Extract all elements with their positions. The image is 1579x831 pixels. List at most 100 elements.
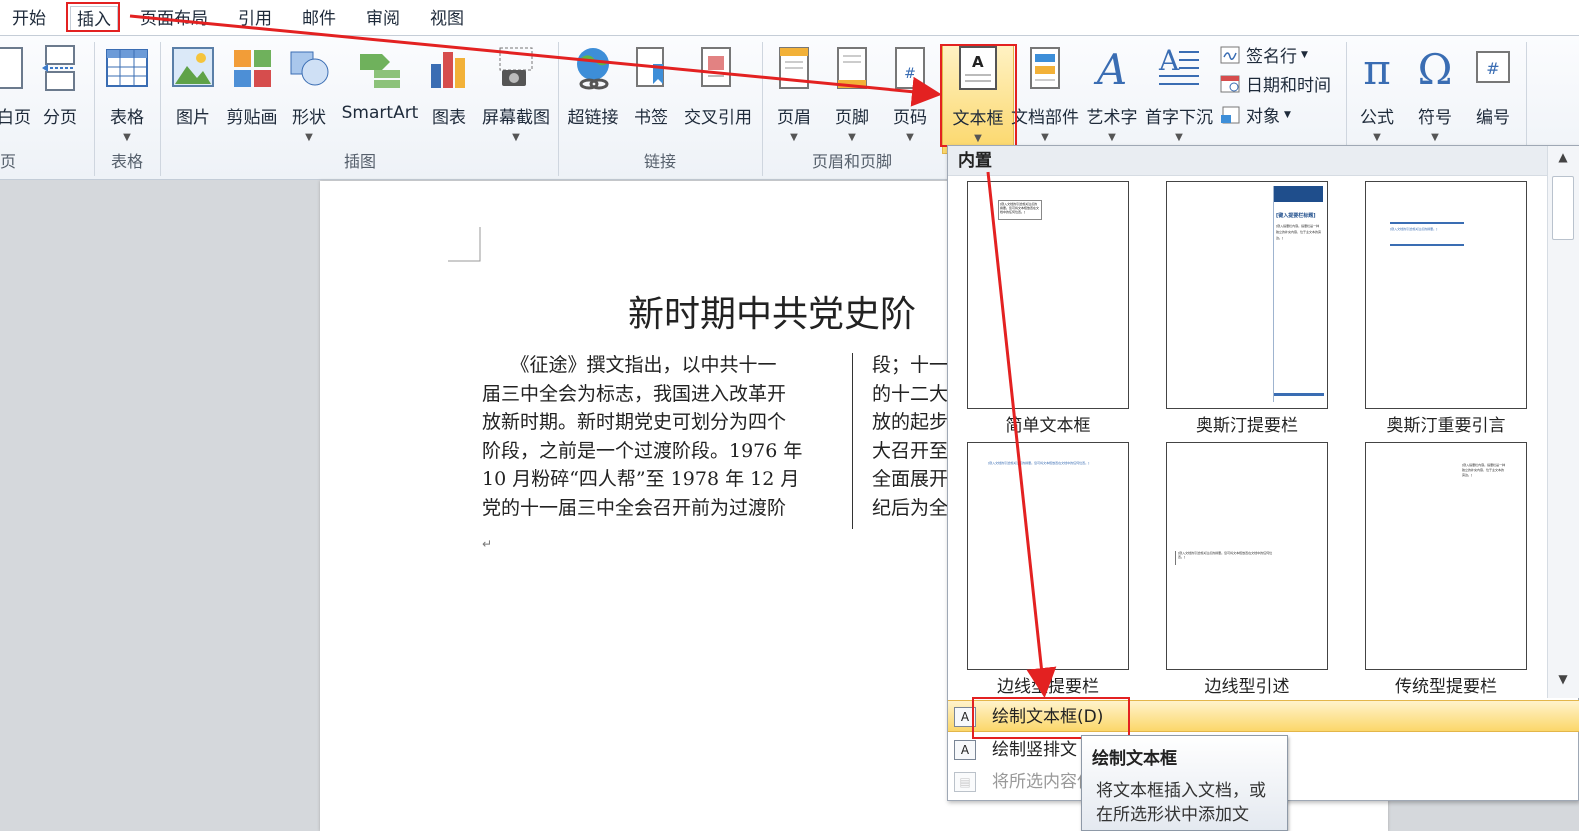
gallery-scrollbar[interactable]: ▲ ▼	[1547, 146, 1579, 698]
gallery-label-border-quote: 边线型引述	[1204, 677, 1290, 697]
margin-corner-mark	[448, 227, 481, 262]
annotation-box-textbox	[940, 44, 1017, 147]
group-label-header-footer: 页眉和页脚	[811, 152, 892, 171]
globe-link-icon	[577, 48, 609, 90]
tab-mailings[interactable]: 邮件	[302, 6, 336, 32]
header-button[interactable]: 页眉 ▼	[770, 44, 818, 143]
tab-page-layout[interactable]: 页面布局	[140, 6, 208, 32]
number-icon: #	[1476, 51, 1510, 83]
tab-references[interactable]: 引用	[238, 6, 272, 32]
group-label-pages: 页	[0, 152, 16, 171]
thumb-quote-box: [键入文档的引述或关注点的摘要。]	[1390, 222, 1464, 246]
tooltip-body-2: 在所选形状中添加文	[1096, 805, 1249, 825]
signature-line-button[interactable]: 签名行 ▼	[1220, 42, 1308, 67]
scroll-thumb[interactable]	[1552, 176, 1574, 240]
gallery-label-simple: 简单文本框	[1005, 416, 1091, 436]
table-icon	[106, 49, 148, 87]
wordart-button[interactable]: A 艺术字 ▼	[1084, 44, 1140, 143]
bookmark-icon	[636, 47, 664, 87]
footer-button[interactable]: 页脚 ▼	[828, 44, 876, 143]
document-title: 新时期中共党史阶	[628, 294, 917, 335]
tab-view[interactable]: 视图	[430, 6, 464, 32]
tab-home[interactable]: 开始	[12, 6, 46, 32]
chart-icon	[431, 52, 465, 88]
thumb-austin-title: [键入提要栏标题]	[1276, 213, 1316, 219]
calendar-icon	[1220, 75, 1240, 92]
scroll-down-icon[interactable]: ▼	[1552, 672, 1574, 694]
header-icon	[779, 47, 809, 89]
gallery-label-traditional-sidebar: 传统型提要栏	[1395, 677, 1497, 697]
clipart-icon	[234, 50, 271, 87]
smartart-icon	[360, 54, 400, 88]
gallery-item-traditional-sidebar[interactable]: [键入提要栏内容。提要栏是一种独立的补充内容，位于主文本的旁边。]	[1365, 442, 1527, 670]
shapes-icon	[290, 51, 329, 86]
annotation-box-insert-tab	[66, 2, 120, 32]
svg-text:A: A	[1158, 44, 1180, 77]
pi-icon: π	[1363, 45, 1391, 94]
screenshot-icon	[499, 47, 533, 86]
group-separator	[94, 42, 95, 176]
document-column-1: 《征途》撰文指出，以中共十一 届三中全会为标志，我国进入改革开 放新时期。新时期…	[482, 354, 803, 519]
thumb-austin-body: [键入提要栏内容。提要栏是一种独立的补充内容，位于主文本的旁边。]	[1276, 224, 1321, 240]
gallery-item-border-sidebar[interactable]: [键入文档的引述或关注点的摘要。您可将文本框放置在文档中的任何位置。]	[967, 442, 1129, 670]
table-button[interactable]: 表格 ▼	[100, 44, 154, 143]
document-column-2: 段；十一 的十二大 放的起步 大召开至 全面展开 纪后为全	[872, 354, 949, 519]
object-icon	[1221, 106, 1240, 123]
hyperlink-button[interactable]: 超链接	[564, 44, 622, 128]
footer-icon	[837, 47, 867, 89]
svg-text:π: π	[1363, 45, 1391, 92]
draw-vertical-textbox-icon: A	[954, 740, 976, 760]
svg-text:A: A	[1093, 45, 1127, 92]
crossref-icon	[701, 47, 731, 87]
blank-page-icon	[0, 47, 23, 89]
smartart-button[interactable]: SmartArt	[338, 44, 422, 123]
bookmark-button[interactable]: 书签	[628, 44, 674, 128]
screenshot-button[interactable]: 屏幕截图 ▼	[478, 44, 554, 143]
annotation-box-draw-textbox	[972, 697, 1130, 739]
gallery-section-header: 内置	[948, 146, 1548, 176]
save-selection-icon: ▤	[954, 772, 976, 792]
page-number-button[interactable]: # 页码 ▼	[886, 44, 934, 143]
gallery-item-simple-textbox[interactable]: [键入文档的引述或关注点的摘要。您可将文本框放置在文档中的任何位置。]	[967, 181, 1129, 409]
signature-icon	[1220, 46, 1240, 63]
crossref-button[interactable]: 交叉引用	[680, 44, 756, 128]
picture-icon	[172, 47, 214, 87]
svg-text:#: #	[1486, 59, 1499, 78]
page-break-icon	[42, 45, 75, 91]
tooltip-title: 绘制文本框	[1092, 749, 1177, 769]
group-separator	[762, 42, 763, 176]
thumb-traditional-text: [键入提要栏内容。提要栏是一种独立的补充内容，位于主文本的旁边。]	[1462, 463, 1506, 477]
gallery-item-austin-sidebar[interactable]: [键入提要栏标题] [键入提要栏内容。提要栏是一种独立的补充内容，位于主文本的旁…	[1166, 181, 1328, 409]
tooltip-body-1: 将文本框插入文档，或	[1096, 781, 1266, 801]
object-button[interactable]: 对象 ▼	[1220, 102, 1291, 127]
picture-button[interactable]: 图片	[168, 44, 218, 128]
symbol-button[interactable]: Ω 符号 ▼	[1410, 44, 1460, 143]
datetime-button[interactable]: 日期和时间	[1220, 71, 1331, 96]
gallery-item-border-quote[interactable]: [键入文档的引述或关注点的摘要。您可将文本框放置在文档中的任何位置。]	[1166, 442, 1328, 670]
page-break-button[interactable]: 分页	[38, 44, 82, 128]
tooltip-draw-textbox: 绘制文本框 将文本框插入文档，或 在所选形状中添加文	[1081, 735, 1288, 831]
gallery-label-austin-quote: 奥斯汀重要引言	[1386, 416, 1506, 436]
shapes-button[interactable]: 形状 ▼	[286, 44, 332, 143]
group-label-illustrations: 插图	[343, 152, 376, 171]
dropcap-icon: A	[1158, 44, 1199, 85]
group-label-table: 表格	[110, 152, 143, 171]
omega-icon: Ω	[1418, 45, 1453, 94]
chart-button[interactable]: 图表	[426, 44, 472, 128]
number-button[interactable]: # 编号	[1468, 44, 1518, 128]
page-number-icon: #	[895, 47, 925, 89]
quickparts-button[interactable]: 文档部件 ▼	[1010, 44, 1080, 143]
svg-text:#: #	[904, 66, 916, 82]
quickparts-icon	[1030, 47, 1060, 89]
dropcap-button[interactable]: A 首字下沉 ▼	[1142, 44, 1216, 143]
tab-review[interactable]: 审阅	[366, 6, 400, 32]
wordart-icon: A	[1093, 45, 1127, 94]
column-divider	[852, 353, 853, 529]
clipart-button[interactable]: 剪贴画	[222, 44, 282, 128]
scroll-up-icon[interactable]: ▲	[1552, 150, 1574, 172]
equation-button[interactable]: π 公式 ▼	[1352, 44, 1402, 143]
gallery-label-border-sidebar: 边线型提要栏	[997, 677, 1099, 697]
group-separator	[558, 42, 559, 176]
gallery-item-austin-quote[interactable]: [键入文档的引述或关注点的摘要。]	[1365, 181, 1527, 409]
blank-page-button[interactable]: 白页	[0, 44, 34, 128]
